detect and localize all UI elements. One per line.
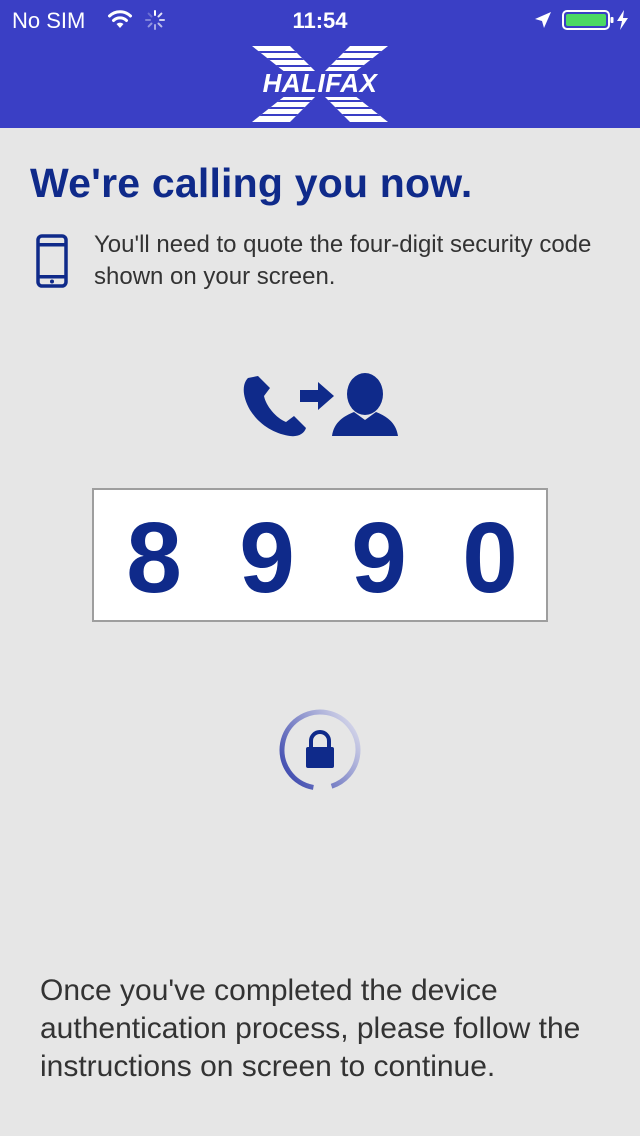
lock-icon — [306, 730, 334, 768]
charging-bolt-icon — [617, 10, 628, 30]
phone-call-icon — [243, 376, 306, 437]
logo-text: HALIFAX — [263, 68, 379, 98]
status-bar: No SIM 11:54 — [0, 0, 640, 40]
person-icon — [332, 373, 398, 436]
page-title: We're calling you now. — [30, 160, 473, 206]
mobile-phone-icon — [36, 234, 68, 288]
battery-icon — [562, 10, 628, 30]
footer-instructions: Once you've completed the device authent… — [40, 974, 581, 1083]
security-code-digit: 9 — [351, 502, 407, 614]
instruction-text: You'll need to quote the four-digit secu… — [94, 231, 592, 290]
security-code-digit: 8 — [126, 502, 182, 614]
loading-lock-spinner — [279, 709, 361, 791]
arrow-right-icon — [300, 382, 334, 410]
security-code-box: 8 9 9 0 — [92, 488, 548, 622]
location-arrow-icon — [535, 12, 551, 28]
security-code-digit: 9 — [239, 502, 295, 614]
app-header: No SIM 11:54 HALIFAX — [0, 0, 640, 128]
halifax-logo: HALIFAX — [252, 46, 388, 122]
security-code-digit: 0 — [462, 502, 518, 614]
call-transfer-graphic — [243, 373, 398, 437]
